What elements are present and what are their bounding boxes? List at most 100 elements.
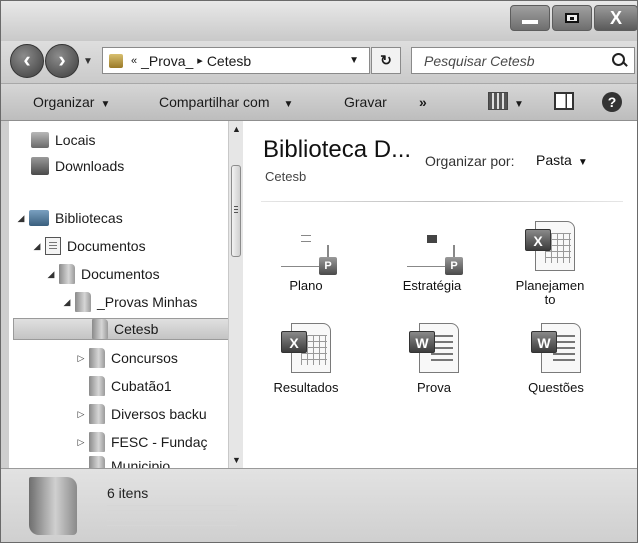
maximize-button[interactable] bbox=[552, 5, 592, 31]
scroll-down-icon[interactable]: ▼ bbox=[229, 452, 244, 468]
tree-item-label: Diversos backu bbox=[111, 406, 207, 422]
minimize-button[interactable] bbox=[510, 5, 550, 31]
tree-item-label: Municipio bbox=[111, 458, 171, 468]
tree-item-provas-minhas[interactable]: ◢ _Provas Minhas bbox=[61, 291, 197, 313]
search-input[interactable]: Pesquisar Cetesb bbox=[411, 47, 635, 74]
navigation-bar: ‹ › ▼ « _Prova_ ▸ Cetesb ▼ ↻ Pesquisar C… bbox=[1, 41, 637, 83]
tree-item-concursos[interactable]: ▷ Concursos bbox=[75, 347, 178, 369]
file-name: Questões bbox=[528, 380, 584, 395]
p-badge: P bbox=[445, 257, 463, 275]
scrollbar-thumb[interactable] bbox=[231, 165, 241, 257]
preview-pane-button[interactable] bbox=[554, 92, 574, 110]
file-item-estrategia[interactable]: P Estratégia bbox=[389, 221, 475, 293]
organize-menu[interactable]: Organizar ▼ bbox=[33, 94, 110, 110]
tree-item-documentos-folder[interactable]: ◢ Documentos bbox=[45, 263, 160, 285]
organize-label: Organizar bbox=[33, 94, 95, 110]
documents-folder-icon bbox=[59, 264, 75, 284]
arrange-by-value: Pasta bbox=[536, 152, 572, 168]
file-item-planejamento[interactable]: X Planejamento bbox=[515, 221, 585, 307]
tree-item-downloads[interactable]: Downloads bbox=[31, 155, 124, 177]
navigation-pane: Locais Downloads ◢ Bibliotecas ◢ Documento… bbox=[9, 121, 236, 468]
share-label: Compartilhar com bbox=[159, 94, 270, 110]
breadcrumb-separator-icon[interactable]: ▸ bbox=[197, 54, 203, 67]
folder-icon bbox=[75, 292, 91, 312]
folder-icon bbox=[89, 456, 105, 468]
address-bar[interactable]: « _Prova_ ▸ Cetesb ▼ bbox=[102, 47, 370, 74]
tree-item-documentos-library[interactable]: ◢ Documentos bbox=[31, 235, 146, 257]
tree-item-label: Cubatão1 bbox=[111, 378, 172, 394]
folder-icon bbox=[89, 404, 105, 424]
file-name: Plano bbox=[289, 278, 323, 293]
forward-button[interactable]: › bbox=[45, 44, 79, 78]
more-commands-button[interactable]: » bbox=[419, 94, 427, 110]
chevron-down-icon: ▼ bbox=[577, 157, 588, 168]
tree-item-diversos[interactable]: ▷ Diversos backu bbox=[75, 403, 207, 425]
command-bar: Organizar ▼ Compartilhar com ▼ Gravar » ▼ … bbox=[1, 83, 637, 121]
documents-library-icon bbox=[45, 237, 61, 255]
back-arrow-icon: ‹ bbox=[23, 47, 31, 72]
tree-item-label: FESC - Fundaç bbox=[111, 434, 208, 450]
word-badge: W bbox=[409, 331, 435, 353]
tree-item-municipio[interactable]: Municipio bbox=[89, 455, 170, 468]
expand-arrow-icon[interactable]: ◢ bbox=[45, 269, 57, 280]
file-item-prova[interactable]: W Prova bbox=[391, 323, 477, 395]
arrange-by-label: Organizar por: bbox=[425, 153, 515, 169]
folder-icon bbox=[92, 319, 108, 339]
tree-item-label: Downloads bbox=[55, 158, 125, 174]
search-icon[interactable] bbox=[612, 52, 628, 69]
file-name: Estratégia bbox=[402, 278, 462, 293]
tree-item-label: Cetesb bbox=[114, 321, 159, 337]
file-list-pane: Biblioteca D... Cetesb Organizar por: Pa… bbox=[243, 121, 637, 468]
navigation-scrollbar[interactable]: ▲ ▼ bbox=[228, 121, 243, 468]
tree-item-bibliotecas[interactable]: ◢ Bibliotecas bbox=[15, 207, 123, 229]
tree-item-cetesb[interactable]: Cetesb bbox=[13, 318, 231, 340]
explorer-window: X ‹ › ▼ « _Prova_ ▸ Cetesb ▼ ↻ Pesquisar… bbox=[0, 0, 638, 543]
tree-item-fesc[interactable]: ▷ FESC - Fundaç bbox=[75, 431, 207, 453]
breadcrumb-item-cetesb[interactable]: Cetesb bbox=[207, 53, 251, 69]
excel-badge: X bbox=[281, 331, 307, 353]
close-icon: X bbox=[609, 7, 622, 28]
expand-arrow-icon[interactable]: ◢ bbox=[31, 241, 43, 252]
search-placeholder: Pesquisar Cetesb bbox=[424, 52, 535, 69]
scroll-up-icon[interactable]: ▲ bbox=[229, 121, 244, 137]
file-item-questoes[interactable]: W Questões bbox=[513, 323, 599, 395]
file-item-resultados[interactable]: X Resultados bbox=[263, 323, 349, 395]
expand-arrow-icon[interactable]: ▷ bbox=[75, 353, 87, 364]
breadcrumb-overflow[interactable]: « bbox=[131, 55, 137, 67]
share-menu[interactable]: Compartilhar com ▼ bbox=[159, 94, 293, 110]
change-view-button[interactable] bbox=[488, 92, 508, 110]
expand-arrow-icon[interactable]: ◢ bbox=[61, 297, 73, 308]
forward-arrow-icon: › bbox=[58, 47, 66, 72]
title-bar: X bbox=[1, 1, 637, 41]
tree-item-locais[interactable]: Locais bbox=[31, 129, 95, 151]
folder-icon bbox=[89, 348, 105, 368]
chevron-down-icon: ▼ bbox=[100, 99, 111, 110]
expand-arrow-icon[interactable]: ◢ bbox=[15, 213, 27, 224]
file-item-plano[interactable]: P Plano bbox=[263, 221, 349, 293]
maximize-icon bbox=[565, 13, 579, 23]
burn-button[interactable]: Gravar bbox=[344, 94, 387, 110]
expand-arrow-icon[interactable]: ▷ bbox=[75, 409, 87, 420]
recent-pages-dropdown[interactable]: ▼ bbox=[83, 56, 93, 67]
help-button[interactable]: ? bbox=[602, 92, 622, 112]
header-divider bbox=[261, 201, 623, 202]
word-file-icon: W bbox=[407, 323, 461, 377]
breadcrumb-item-prova[interactable]: _Prova_ bbox=[141, 53, 193, 69]
downloads-icon bbox=[31, 157, 49, 175]
arrange-by-dropdown[interactable]: Pasta ▼ bbox=[536, 152, 588, 168]
file-name: Prova bbox=[417, 380, 451, 395]
folder-icon bbox=[89, 376, 105, 396]
expand-arrow-icon[interactable]: ▷ bbox=[75, 437, 87, 448]
minimize-icon bbox=[522, 20, 538, 24]
address-dropdown-icon[interactable]: ▼ bbox=[349, 55, 359, 66]
chevron-down-icon: ▼ bbox=[514, 99, 524, 110]
refresh-button[interactable]: ↻ bbox=[371, 47, 401, 74]
word-badge: W bbox=[531, 331, 557, 353]
folder-large-icon bbox=[29, 477, 77, 535]
back-button[interactable]: ‹ bbox=[10, 44, 44, 78]
close-button[interactable]: X bbox=[594, 5, 637, 31]
view-options-dropdown[interactable]: ▼ bbox=[514, 94, 524, 110]
tree-item-label: Documentos bbox=[67, 238, 146, 254]
tree-item-label: Locais bbox=[55, 132, 96, 148]
tree-item-cubatao1[interactable]: Cubatão1 bbox=[89, 375, 172, 397]
